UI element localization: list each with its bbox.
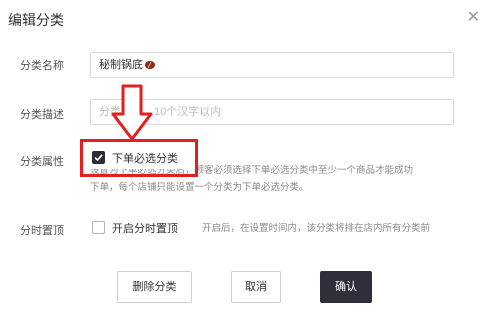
annotation-arrow-icon [111,84,153,141]
desc-label: 分类描述 [20,108,64,121]
required-hint-line2: 下单，每个店铺只能设置一个分类为下单必选分类。 [90,182,309,193]
category-name-field[interactable]: 秘制锅底 [90,52,454,78]
coffee-bean-emoji-icon [145,61,155,69]
name-label: 分类名称 [20,59,64,72]
dialog-title: 编辑分类 [8,13,64,29]
timed-pin-hint: 开启后，在设置时间内，该分类将排在店内所有分类前 [202,223,431,234]
check-icon [94,154,103,162]
cancel-button[interactable]: 取消 [231,271,281,303]
close-icon[interactable]: ✕ [467,9,480,25]
pin-label: 分时置顶 [20,224,64,237]
required-category-checkbox[interactable] [92,151,105,164]
timed-pin-label: 开启分时置顶 [112,222,178,235]
attr-label: 分类属性 [20,155,64,168]
required-category-label: 下单必选分类 [112,152,178,165]
confirm-button[interactable]: 确认 [320,271,372,303]
delete-category-button[interactable]: 删除分类 [117,271,192,303]
category-name-value: 秘制锅底 [99,58,143,71]
timed-pin-checkbox[interactable] [92,221,105,234]
